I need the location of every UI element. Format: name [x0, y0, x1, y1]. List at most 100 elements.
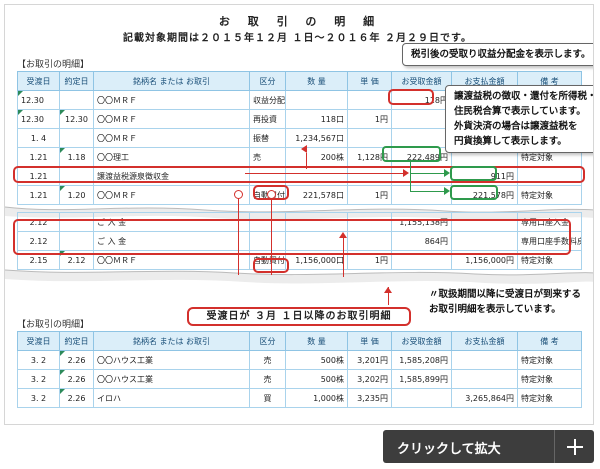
- cell: 特定対象: [517, 350, 582, 370]
- cell: 3,265,864円: [451, 388, 518, 408]
- section-label: 【お取引の明細】: [17, 320, 90, 330]
- cell: 売: [249, 147, 286, 167]
- statement-sheet: お 取 引 の 明 細 記載対象期間は２０１５年１２月 １日～２０１６年 ２月２…: [4, 4, 594, 425]
- note-line: 住民税合算で表示しています。: [454, 106, 586, 117]
- cell: 1,585,208円: [391, 350, 452, 370]
- cell: [347, 90, 392, 110]
- cell: [451, 369, 518, 389]
- cell: 1. 4: [17, 128, 60, 148]
- cell: 2.26: [59, 388, 94, 408]
- zoom-button-label: クリックして拡大: [397, 442, 501, 457]
- cell: 〇〇ＭＲＦ: [93, 109, 250, 129]
- highlight-tax-amount: [450, 166, 497, 181]
- highlight-distribution-amount: [388, 89, 434, 105]
- cell: 12.30: [17, 109, 60, 129]
- cell: 500株: [285, 369, 348, 389]
- note-distribution: 税引後の受取り収益分配金を表示します。: [402, 43, 593, 66]
- col-header: 銘柄名 または お取引: [93, 331, 250, 351]
- section-label: 【お取引の明細】: [17, 60, 90, 70]
- connector-line: [271, 197, 272, 275]
- connector-line: [410, 173, 444, 174]
- arrow-up-icon: [384, 287, 392, 293]
- highlight-received-amount: [382, 146, 441, 162]
- note-tax-explanation: 譲渡益税の徴収・還付を所得税・ 住民税合算で表示しています。 外貨決済の場合は譲…: [445, 85, 593, 153]
- arrow-right-icon: [403, 169, 409, 177]
- cell: 1.21: [17, 147, 60, 167]
- cell: [59, 90, 94, 110]
- col-header: 単 価: [347, 331, 392, 351]
- cell: 3,201円: [347, 350, 392, 370]
- col-header: 受渡日: [17, 71, 60, 91]
- note-line: お取引明細を表示しています。: [429, 304, 561, 315]
- col-header: 単 価: [347, 71, 392, 91]
- cell: 2.26: [59, 350, 94, 370]
- col-header: 区分: [249, 71, 286, 91]
- cell: 12.30: [59, 109, 94, 129]
- note-line: 〃取扱期間以降に受渡日が到来する: [429, 289, 582, 300]
- cell: 売: [249, 369, 286, 389]
- cell: 〇〇ＭＲＦ: [93, 128, 250, 148]
- plus-icon: [554, 430, 594, 463]
- zoom-button[interactable]: クリックして拡大: [383, 430, 594, 463]
- cell: 1,000株: [285, 388, 348, 408]
- cell: 500株: [285, 350, 348, 370]
- cell: 売: [249, 350, 286, 370]
- note-line: 円貨換算して表示します。: [454, 136, 567, 147]
- cell: [391, 128, 452, 148]
- cell: 3. 2: [17, 388, 60, 408]
- transactions-table-after-march: 受渡日 約定日 銘柄名 または お取引 区分 数 量 単 価 お受取金額 お支払…: [17, 331, 582, 408]
- cell: 3,235円: [347, 388, 392, 408]
- arrow-left-icon: [301, 145, 307, 153]
- connector-line: [306, 153, 307, 169]
- cell: 1円: [347, 109, 392, 129]
- cell: 118口: [285, 109, 348, 129]
- highlight-withholding-row: [13, 166, 585, 183]
- col-header: 数 量: [285, 331, 348, 351]
- cell: [391, 388, 452, 408]
- col-header: 備 考: [517, 331, 582, 351]
- cell: 再投資: [249, 109, 286, 129]
- col-header: お受取金額: [391, 71, 452, 91]
- cell: 〇〇ＭＲＦ: [93, 90, 250, 110]
- col-header: お支払金額: [451, 331, 518, 351]
- document-period: 記載対象期間は２０１５年１２月 １日～２０１６年 ２月２９日です。: [123, 33, 472, 44]
- note-line: 外貨決済の場合は譲渡益税を: [454, 121, 578, 132]
- cell: 〇〇理工: [93, 147, 250, 167]
- after-march-banner: 受渡日が ３月 １日以降のお取引明細: [187, 307, 411, 326]
- cell: 特定対象: [517, 369, 582, 389]
- col-header: 区分: [249, 331, 286, 351]
- cell: 3. 2: [17, 369, 60, 389]
- col-header: 約定日: [59, 71, 94, 91]
- cell: [451, 350, 518, 370]
- note-future-transactions: 〃取扱期間以降に受渡日が到来する お取引明細を表示しています。: [425, 287, 586, 317]
- table-row: 3. 2 2.26 イロハ 買 1,000株 3,235円 3,265,864円…: [17, 388, 582, 408]
- cell: 3. 2: [17, 350, 60, 370]
- cell: 収益分配: [249, 90, 286, 110]
- connector-line: [410, 162, 411, 191]
- cell: 12.30: [17, 90, 60, 110]
- col-header: 受渡日: [17, 331, 60, 351]
- cell: 1,585,899円: [391, 369, 452, 389]
- table-row: 3. 2 2.26 〇〇ハウス工業 売 500株 3,202円 1,585,89…: [17, 369, 582, 389]
- cell: [391, 109, 452, 129]
- cell: イロハ: [93, 388, 250, 408]
- arrow-right-icon: [444, 169, 450, 177]
- circle-marker-icon: [234, 190, 243, 199]
- cell: 1,234,567口: [285, 128, 348, 148]
- connector-line: [238, 197, 239, 275]
- connector-line: [245, 173, 405, 174]
- arrow-right-icon: [444, 187, 450, 195]
- cell: [285, 90, 348, 110]
- col-header: 数 量: [285, 71, 348, 91]
- cell: 特定対象: [517, 388, 582, 408]
- cell: 200株: [285, 147, 348, 167]
- connector-line: [343, 237, 344, 277]
- cell: 〇〇ハウス工業: [93, 350, 250, 370]
- cell: 1.18: [59, 147, 94, 167]
- table-row: 3. 2 2.26 〇〇ハウス工業 売 500株 3,201円 1,585,20…: [17, 350, 582, 370]
- col-header: お受取金額: [391, 331, 452, 351]
- col-header: 銘柄名 または お取引: [93, 71, 250, 91]
- arrow-up-icon: [339, 232, 347, 238]
- cell: [347, 128, 392, 148]
- circle-marker-icon: [267, 190, 276, 199]
